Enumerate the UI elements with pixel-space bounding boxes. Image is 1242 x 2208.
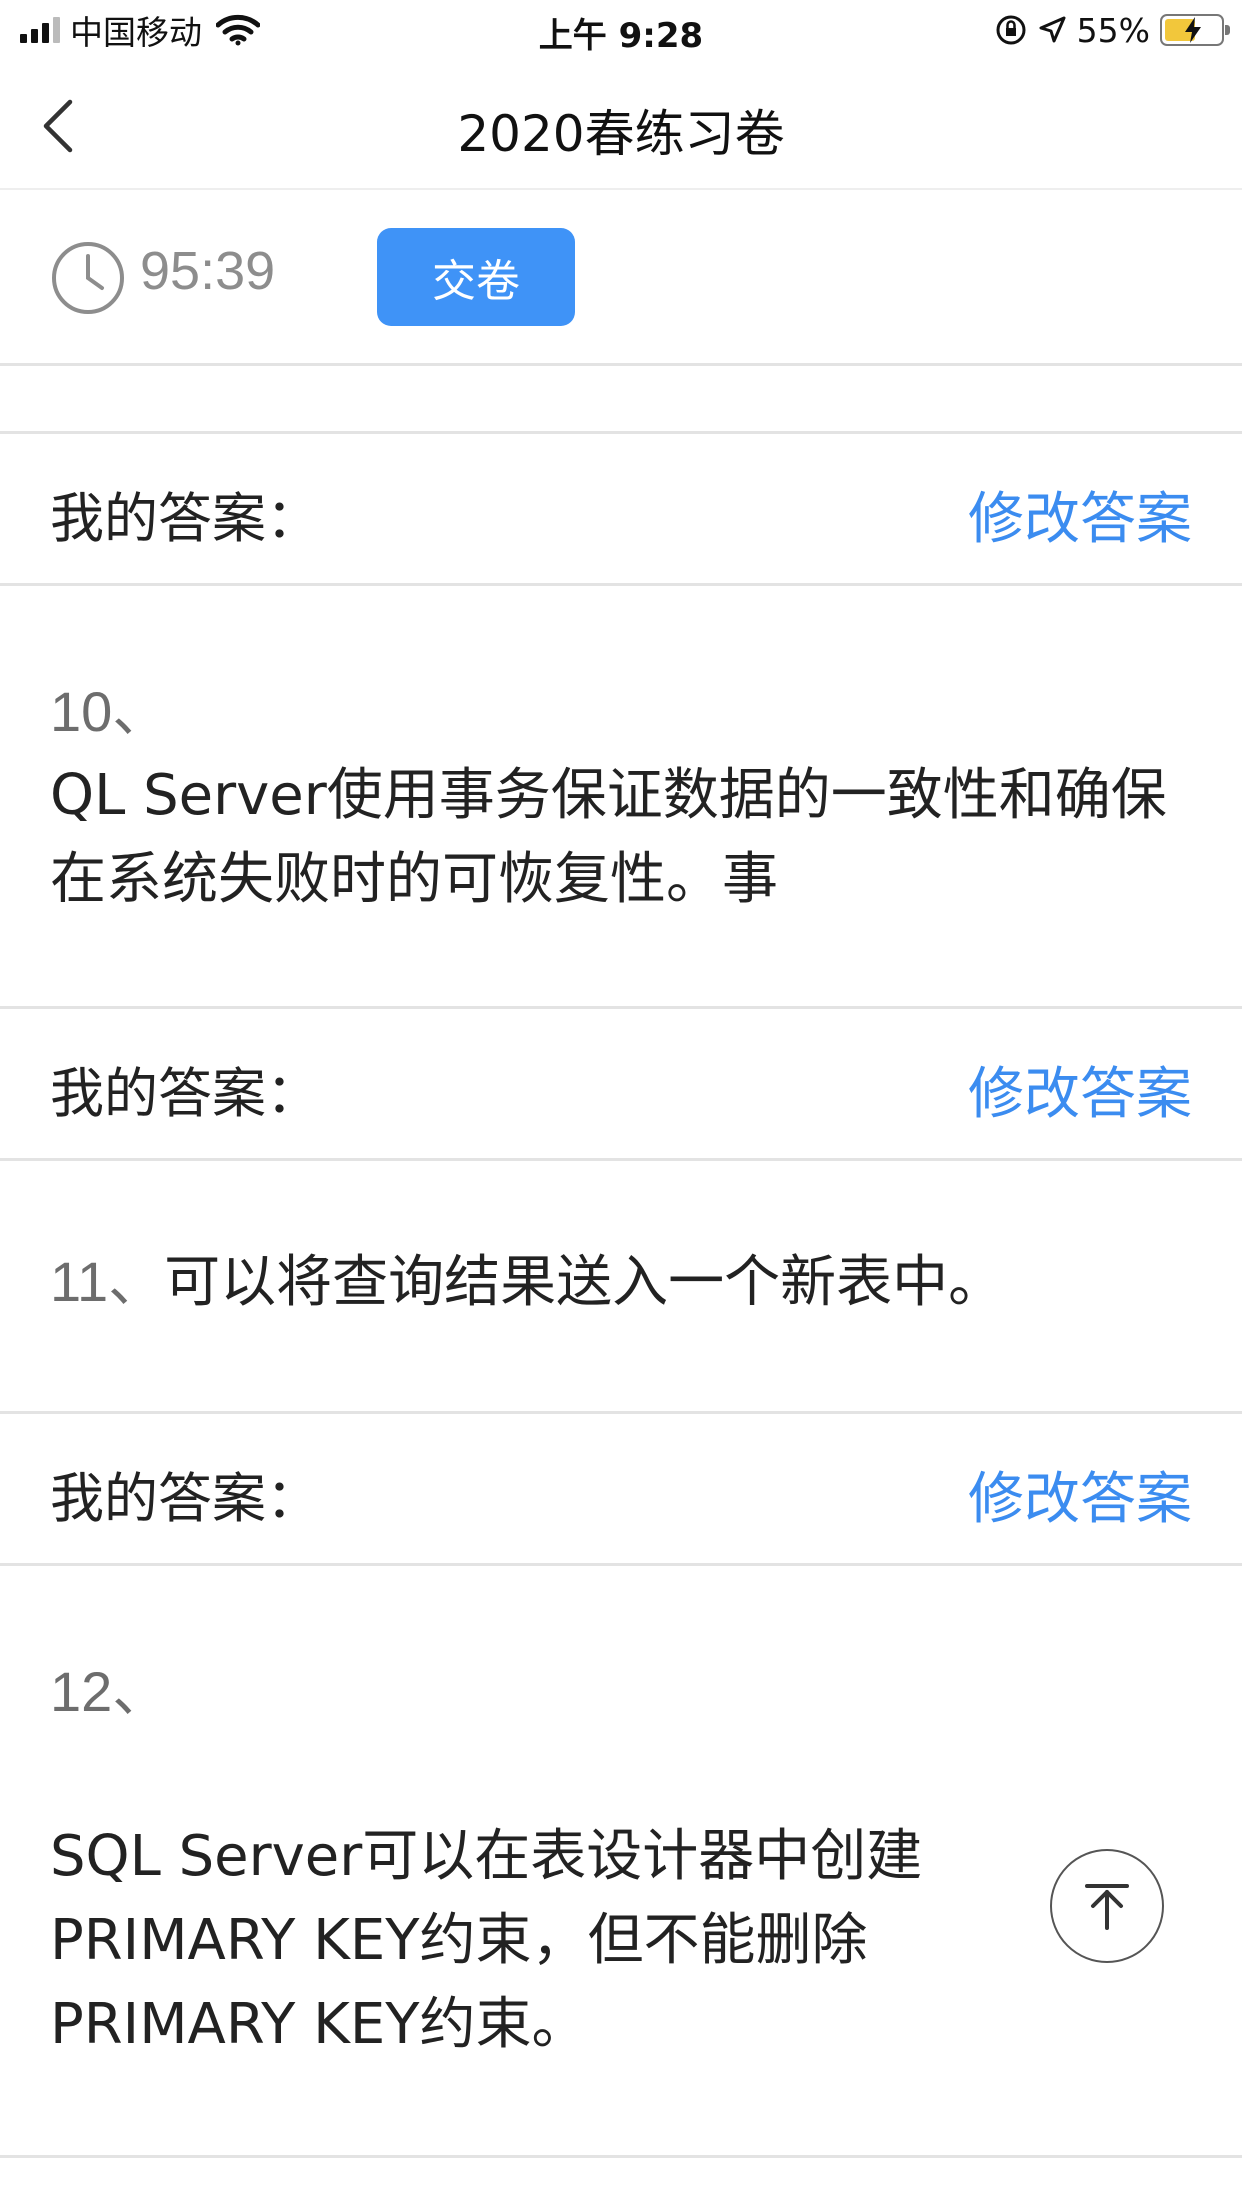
page-title: 2020春练习卷 bbox=[457, 105, 785, 163]
question-text-line: QL Server使用事务保证数据的一致性和确保 bbox=[50, 763, 1167, 828]
my-answer-label: 我的答案： bbox=[50, 487, 320, 550]
question-text: 可以将查询结果送入一个新表中。 bbox=[164, 1250, 1005, 1315]
my-answer-label: 我的答案： bbox=[50, 1467, 320, 1530]
modify-answer-button[interactable]: 修改答案 bbox=[968, 1049, 1192, 1130]
submit-exam-button[interactable]: 交卷 bbox=[377, 228, 575, 326]
battery-percent: 55% bbox=[1076, 10, 1150, 50]
question-number: 12、 bbox=[50, 1660, 169, 1723]
previous-question-tail bbox=[0, 366, 1242, 434]
answer-row: 我的答案： 修改答案 bbox=[0, 1009, 1242, 1161]
modify-answer-button[interactable]: 修改答案 bbox=[968, 474, 1192, 555]
nav-bar: 2020春练习卷 bbox=[0, 62, 1242, 190]
clock-icon bbox=[52, 242, 124, 314]
question-11: 11、可以将查询结果送入一个新表中。 bbox=[50, 1240, 1200, 1325]
question-text-line: PRIMARY KEY约束。 bbox=[50, 1992, 588, 2057]
my-answer-label: 我的答案： bbox=[50, 2193, 320, 2208]
answer-row-partial: 我的答案： 修改答案 bbox=[0, 2158, 1242, 2208]
question-number: 10、 bbox=[50, 680, 169, 743]
modify-answer-button[interactable]: 修改答案 bbox=[968, 1454, 1192, 1535]
question-text-line: SQL Server可以在表设计器中创建 bbox=[50, 1824, 923, 1889]
charging-icon bbox=[1185, 17, 1201, 43]
exam-toolbar: 95:39 交卷 bbox=[0, 190, 1242, 366]
modify-answer-button[interactable]: 修改答案 bbox=[968, 2193, 1192, 2208]
status-right: 55% bbox=[995, 10, 1230, 50]
answer-row: 我的答案： 修改答案 bbox=[0, 1414, 1242, 1566]
rotation-lock-icon bbox=[996, 15, 1026, 45]
countdown-timer: 95:39 bbox=[140, 241, 276, 301]
location-icon bbox=[1039, 16, 1066, 43]
question-text-line: 在系统失败时的可恢复性。事 bbox=[50, 847, 778, 912]
question-12: 12、 bbox=[50, 1650, 1200, 1734]
answer-row: 我的答案： 修改答案 bbox=[0, 434, 1242, 586]
question-12-text: SQL Server可以在表设计器中创建 PRIMARY KEY约束，但不能删除… bbox=[50, 1815, 1200, 2067]
arrow-up-to-top-icon bbox=[1085, 1884, 1129, 1930]
scroll-to-top-button[interactable] bbox=[1050, 1849, 1164, 1963]
question-number: 11、 bbox=[50, 1250, 165, 1313]
my-answer-label: 我的答案： bbox=[50, 1062, 320, 1125]
battery-icon bbox=[1160, 14, 1230, 46]
question-text-line: PRIMARY KEY约束，但不能删除 bbox=[50, 1908, 868, 1973]
question-10: 10、 QL Server使用事务保证数据的一致性和确保 在系统失败时的可恢复性… bbox=[50, 670, 1200, 922]
status-bar: 中国移动 上午 9:28 55% bbox=[0, 0, 1242, 62]
